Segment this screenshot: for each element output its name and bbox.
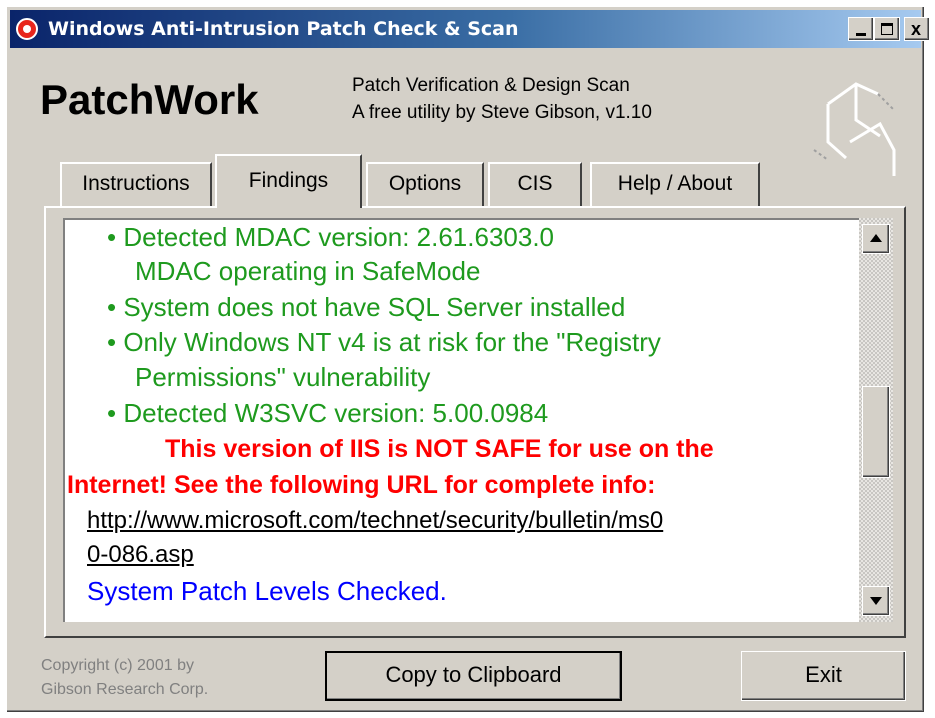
app-subtitle: Patch Verification & Design Scan A free …	[352, 72, 652, 126]
copyright-notice: Copyright (c) 2001 by Gibson Research Co…	[41, 654, 208, 702]
finding-sql-server: • System does not have SQL Server instal…	[107, 292, 626, 322]
bulletin-url-link-cont[interactable]: 0-086.asp	[87, 538, 194, 572]
exit-button[interactable]: Exit	[741, 651, 906, 701]
bulletin-url-link[interactable]: http://www.microsoft.com/technet/securit…	[87, 504, 663, 538]
copyright-line-2: Gibson Research Corp.	[41, 681, 209, 698]
scroll-thumb[interactable]	[862, 386, 890, 478]
app-logo: PatchWork	[40, 76, 259, 123]
tab-findings[interactable]: Findings	[215, 154, 362, 208]
title-bar[interactable]: Windows Anti-Intrusion Patch Check & Sca…	[10, 10, 930, 48]
subtitle-line-1: Patch Verification & Design Scan	[352, 75, 630, 96]
app-shield-icon	[16, 18, 38, 40]
vertical-scrollbar[interactable]	[859, 218, 893, 622]
close-button[interactable]: x	[904, 17, 930, 41]
finding-registry-risk: • Only Windows NT v4 is at risk for the …	[107, 327, 661, 357]
patch-levels-status: System Patch Levels Checked.	[87, 576, 447, 606]
copyright-line-1: Copyright (c) 2001 by	[41, 657, 194, 674]
copy-to-clipboard-button[interactable]: Copy to Clipboard	[325, 651, 622, 701]
tab-help-about[interactable]: Help / About	[590, 162, 760, 206]
finding-mdac-version: • Detected MDAC version: 2.61.6303.0	[107, 222, 555, 252]
minimize-button[interactable]	[848, 17, 874, 41]
finding-w3svc-version: • Detected W3SVC version: 5.00.0984	[107, 398, 549, 428]
maximize-button[interactable]	[874, 17, 900, 41]
scroll-up-arrow-icon[interactable]	[862, 224, 890, 254]
finding-registry-vulnerability: Permissions" vulnerability	[135, 362, 431, 392]
window-title: Windows Anti-Intrusion Patch Check & Sca…	[48, 18, 519, 40]
close-icon: x	[911, 19, 922, 39]
tab-instructions[interactable]: Instructions	[60, 162, 212, 206]
subtitle-line-2: A free utility by Steve Gibson, v1.10	[352, 102, 652, 123]
tab-cis[interactable]: CIS	[488, 162, 582, 206]
tab-options[interactable]: Options	[366, 162, 484, 206]
scroll-down-arrow-icon[interactable]	[862, 586, 890, 616]
patch-logo-icon	[813, 82, 896, 176]
findings-text-area[interactable]: • Detected MDAC version: 2.61.6303.0 MDA…	[63, 218, 859, 622]
finding-mdac-safemode: MDAC operating in SafeMode	[135, 256, 481, 286]
iis-warning-line-1: This version of IIS is NOT SAFE for use …	[165, 435, 714, 463]
iis-warning-line-2: Internet! See the following URL for comp…	[67, 471, 656, 499]
